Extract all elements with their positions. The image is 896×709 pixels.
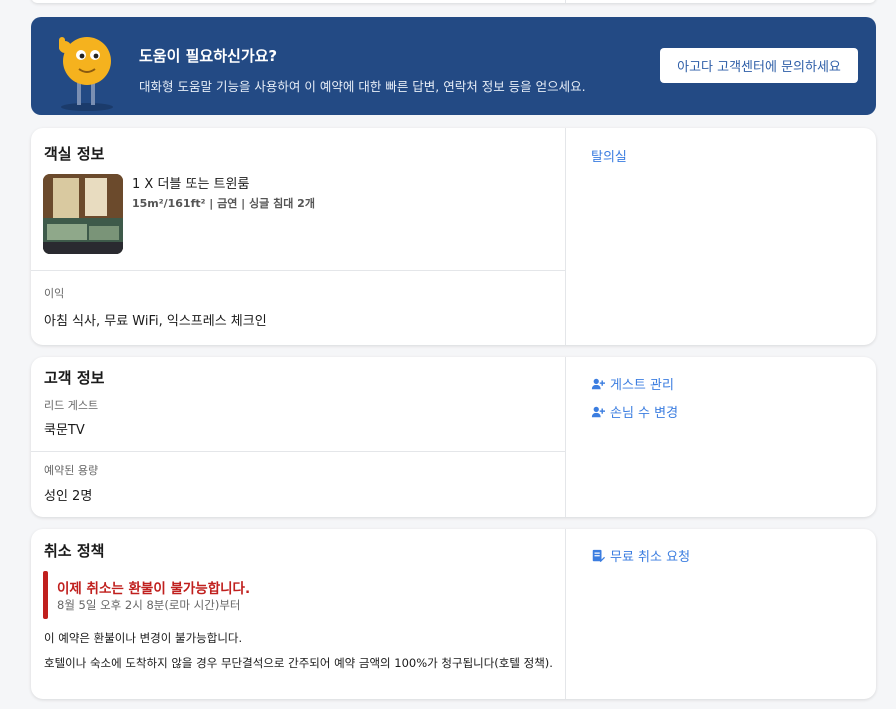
policy-line-1: 이 예약은 환불이나 변경이 불가능합니다. (44, 631, 243, 645)
free-cancellation-request-label: 무료 취소 요청 (610, 550, 691, 565)
card-divider (565, 357, 566, 517)
change-guest-count-label: 손님 수 변경 (610, 406, 679, 421)
document-edit-icon (592, 549, 605, 562)
non-refundable-alert: 이제 취소는 환불이 불가능합니다. (57, 581, 251, 597)
guest-info-card: 고객 정보 리드 게스트 쿡문TV 예약된 용량 성인 2명 게스트 관리 손님… (31, 357, 876, 517)
help-mascot-icon (59, 37, 113, 111)
alert-bar (43, 571, 48, 619)
cancel-section-title: 취소 정책 (44, 542, 105, 560)
policy-line-2: 호텔이나 숙소에 도착하지 않을 경우 무단결석으로 간주되어 예약 금액의 1… (44, 656, 553, 670)
room-details: 15m²/161ft² | 금연 | 싱글 침대 2개 (132, 197, 315, 210)
help-title: 도움이 필요하신가요? (139, 47, 278, 65)
dressing-room-link[interactable]: 탈의실 (591, 146, 627, 165)
benefits-value: 아침 식사, 무료 WiFi, 익스프레스 체크인 (44, 314, 267, 329)
card-divider (565, 128, 566, 345)
change-guest-count-link[interactable]: 손님 수 변경 (591, 402, 678, 421)
lead-guest-value: 쿡문TV (44, 423, 85, 438)
add-person-icon (591, 378, 605, 389)
help-description: 대화형 도움말 기능을 사용하여 이 예약에 대한 빠른 답변, 연락처 정보 … (139, 79, 586, 94)
non-refundable-date: 8월 5일 오후 2시 8분(로마 시간)부터 (57, 598, 241, 612)
add-person-icon (591, 406, 605, 417)
room-info-card: 객실 정보 1 X 더블 또는 트윈룸 15m²/161ft² | 금연 | 싱… (31, 128, 876, 345)
benefits-label: 이익 (44, 287, 65, 300)
free-cancellation-request-link[interactable]: 무료 취소 요청 (591, 546, 690, 565)
card-divider (31, 270, 565, 271)
dressing-room-label: 탈의실 (591, 150, 627, 165)
previous-section-card (31, 0, 876, 3)
manage-guests-link[interactable]: 게스트 관리 (591, 374, 674, 393)
help-banner: 도움이 필요하신가요? 대화형 도움말 기능을 사용하여 이 예약에 대한 빠른… (31, 17, 876, 115)
room-section-title: 객실 정보 (44, 145, 105, 163)
capacity-value: 성인 2명 (44, 489, 93, 504)
contact-support-button[interactable]: 아고다 고객센터에 문의하세요 (660, 48, 858, 83)
card-divider (565, 0, 566, 3)
card-divider (565, 529, 566, 699)
room-name: 1 X 더블 또는 트윈룸 (132, 177, 250, 192)
card-divider (31, 451, 565, 452)
lead-guest-label: 리드 게스트 (44, 399, 99, 412)
manage-guests-label: 게스트 관리 (610, 378, 674, 393)
guest-section-title: 고객 정보 (44, 369, 105, 387)
capacity-label: 예약된 용량 (44, 464, 99, 477)
cancellation-policy-card: 취소 정책 이제 취소는 환불이 불가능합니다. 8월 5일 오후 2시 8분(… (31, 529, 876, 699)
room-photo-image (43, 174, 123, 254)
room-photo[interactable] (43, 174, 123, 254)
